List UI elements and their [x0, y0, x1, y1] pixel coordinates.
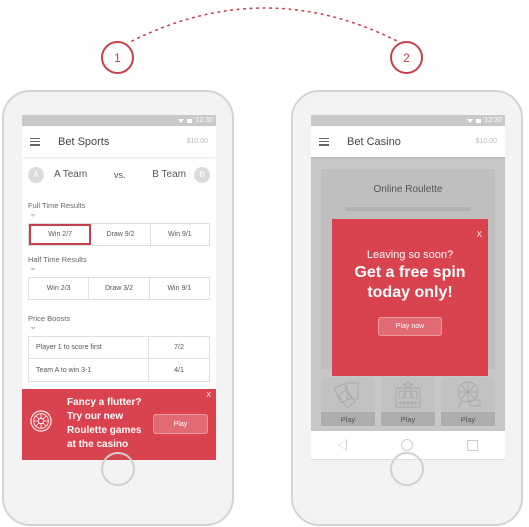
modal-subtitle: Leaving so soon? [366, 249, 454, 261]
game-tile: Play [321, 377, 375, 426]
match-header: A A Team vs. B Team B [22, 157, 216, 192]
boost-odds[interactable]: 7/2 [149, 337, 209, 358]
promo-text: Fancy a flutter? Try our new Roulette ga… [67, 396, 141, 452]
step-marker-1: 1 [101, 41, 134, 74]
boost-table: Player 1 to score first 7/2 Team A to wi… [28, 336, 210, 382]
phone-sports: 12:30 Bet Sports $10.00 A A Team vs. B T… [2, 90, 234, 526]
play-button[interactable]: Play [321, 412, 375, 426]
status-time: 12:30 [195, 117, 213, 124]
hamburger-icon[interactable] [319, 137, 329, 146]
hamburger-icon[interactable] [30, 137, 40, 146]
caret-down-icon[interactable] [30, 214, 36, 217]
casino-promo-banner: X Fancy a flutter? Try our new Roulette … [22, 389, 216, 460]
slot-machine-icon [395, 379, 421, 408]
home-button[interactable] [390, 452, 424, 486]
section-label: Price Boosts [28, 314, 71, 323]
flow-connector-arc [131, 7, 398, 42]
game-tiles: Play Play Play [321, 377, 495, 426]
lottery-wheel-icon [457, 381, 481, 408]
section-label: Half Time Results [28, 255, 87, 264]
play-now-button[interactable]: Play now [378, 317, 442, 336]
table-row[interactable]: Team A to win 3-1 4/1 [29, 359, 209, 381]
headline-line: today only! [367, 284, 453, 301]
play-button[interactable]: Play [153, 414, 208, 434]
step-marker-2: 2 [390, 41, 423, 74]
play-button[interactable]: Play [381, 412, 435, 426]
game-tile: Play [441, 377, 495, 426]
team-b-name: B Team [152, 169, 186, 180]
odds-button[interactable]: Win 2/3 [29, 278, 90, 299]
table-row[interactable]: Player 1 to score first 7/2 [29, 337, 209, 359]
balance: $10.00 [475, 138, 497, 145]
promo-line: Try our new [67, 411, 124, 422]
odds-button[interactable]: Win 9/1 [151, 224, 209, 245]
step-number: 2 [403, 50, 410, 65]
boost-name: Player 1 to score first [29, 337, 149, 358]
home-icon[interactable] [401, 439, 413, 451]
game-tile: Play [381, 377, 435, 426]
versus-label: vs. [113, 169, 126, 180]
recent-apps-icon[interactable] [467, 439, 478, 451]
exit-intent-modal: X Leaving so soon? Get a free spin today… [332, 219, 488, 376]
section-label: Full Time Results [28, 201, 86, 210]
odds-button[interactable]: Draw 3/2 [89, 278, 150, 299]
promo-line: Roulette games [67, 425, 142, 436]
card-title: Online Roulette [373, 184, 443, 195]
modal-headline: Get a free spin today only! [332, 263, 488, 303]
price-boosts: Price Boosts Player 1 to score first 7/2… [22, 314, 216, 382]
odds-button[interactable]: Draw 9/2 [91, 224, 151, 245]
status-time: 12:30 [484, 117, 502, 124]
app-bar: Bet Casino $10.00 [311, 126, 505, 157]
step-number: 1 [114, 50, 121, 65]
caret-down-icon[interactable] [30, 268, 36, 271]
back-icon[interactable] [338, 439, 347, 451]
app-title: Bet Casino [347, 135, 401, 148]
close-icon[interactable]: X [206, 392, 211, 399]
playing-cards-icon [333, 382, 359, 409]
team-a-name: A Team [54, 169, 88, 180]
boost-name: Team A to win 3-1 [29, 359, 149, 381]
app-title: Bet Sports [58, 135, 110, 148]
wifi-icon [467, 118, 474, 123]
team-b-badge: B [193, 166, 210, 183]
close-icon[interactable]: X [477, 230, 482, 239]
team-a-badge: A [28, 166, 44, 183]
roulette-wheel-icon [30, 410, 52, 432]
wifi-icon [178, 118, 185, 123]
balance: $10.00 [186, 138, 208, 145]
full-time-results: Full Time Results Win 2/7 Draw 9/2 Win 9… [22, 201, 216, 246]
play-button[interactable]: Play [441, 412, 495, 426]
card-divider [346, 207, 470, 211]
headline-line: Get a free spin [354, 264, 466, 281]
odds-button-selected[interactable]: Win 2/7 [29, 224, 92, 245]
home-button[interactable] [101, 452, 135, 486]
battery-icon [187, 118, 193, 123]
app-bar: Bet Sports $10.00 [22, 126, 216, 157]
caret-down-icon[interactable] [30, 327, 36, 330]
status-bar: 12:30 [311, 115, 505, 126]
promo-line: at the casino [67, 439, 129, 450]
phone-casino: 12:30 Bet Casino $10.00 Online Roulette [291, 90, 523, 526]
sports-screen: 12:30 Bet Sports $10.00 A A Team vs. B T… [22, 115, 216, 460]
casino-screen: 12:30 Bet Casino $10.00 Online Roulette [311, 115, 505, 460]
boost-odds[interactable]: 4/1 [149, 359, 209, 381]
promo-line: Fancy a flutter? [67, 397, 142, 408]
status-bar: 12:30 [22, 115, 216, 126]
odds-button[interactable]: Win 9/1 [150, 278, 209, 299]
battery-icon [476, 118, 482, 123]
half-time-results: Half Time Results Win 2/3 Draw 3/2 Win 9… [22, 255, 216, 300]
